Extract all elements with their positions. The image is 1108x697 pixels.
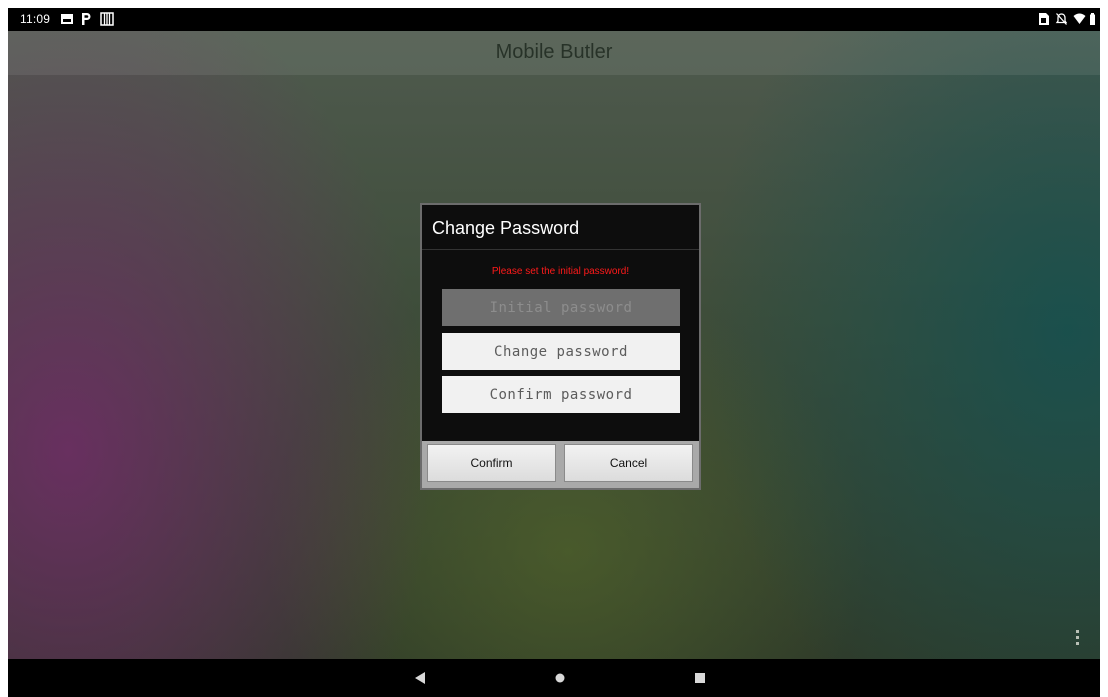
image-icon [61, 14, 73, 24]
p-icon [82, 13, 91, 25]
status-bar: 11:09 [8, 8, 1100, 31]
dialog-title: Change Password [432, 218, 580, 238]
grid-app-icon [100, 12, 114, 26]
change-password-field[interactable] [442, 333, 680, 370]
dialog-divider [422, 249, 699, 250]
overflow-menu-icon[interactable] [1074, 630, 1080, 648]
navigation-bar [8, 659, 1100, 697]
bell-off-icon [1055, 13, 1068, 25]
home-icon[interactable] [550, 669, 570, 687]
back-icon[interactable] [411, 669, 431, 687]
cancel-button[interactable]: Cancel [564, 444, 693, 482]
change-password-dialog: Change Password Please set the initial p… [420, 203, 701, 490]
wifi-icon [1073, 13, 1086, 24]
battery-icon [1090, 13, 1095, 25]
dialog-message: Please set the initial password! [491, 266, 630, 277]
device-screen: 11:09 Mobile Butler Change Password Plea… [8, 8, 1100, 697]
app-header: Mobile Butler [8, 31, 1100, 75]
initial-password-field [442, 289, 680, 326]
recents-icon[interactable] [690, 669, 710, 687]
app-title: Mobile Butler [495, 41, 613, 63]
confirm-button[interactable]: Confirm [427, 444, 556, 482]
confirm-password-field[interactable] [442, 376, 680, 413]
sim-icon [1039, 13, 1049, 25]
status-time: 11:09 [20, 12, 51, 26]
dialog-button-bar: Confirm Cancel [422, 441, 699, 488]
